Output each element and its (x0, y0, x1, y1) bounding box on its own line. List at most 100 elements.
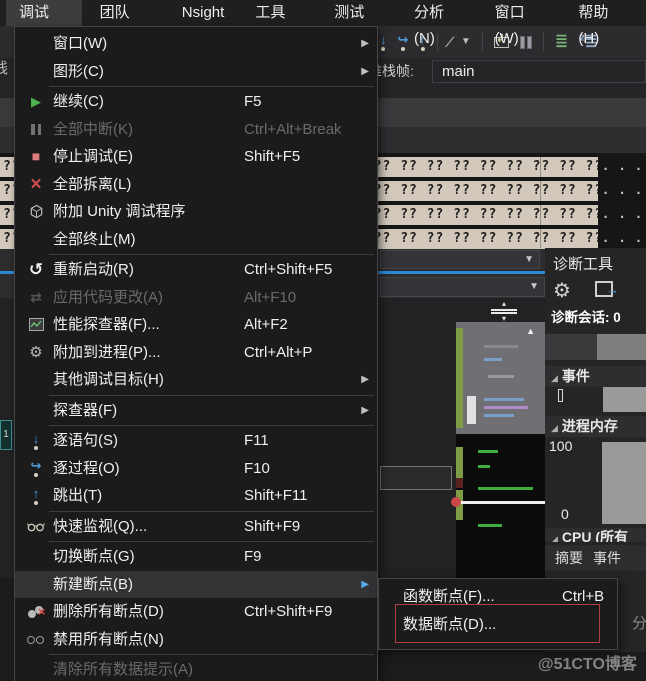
delete-breakpoints-icon: × (21, 598, 51, 626)
menu-item-clear-all-datatips[interactable]: 清除所有数据提示(A) (15, 656, 377, 681)
menu-item-break-all[interactable]: 全部中断(K) Ctrl+Alt+Break (15, 116, 377, 144)
restart-icon: ↺ (28, 260, 44, 279)
menu-item-quick-watch[interactable]: 快速监视(Q)... Shift+F9 (15, 513, 377, 541)
menu-item-label: 删除所有断点(D) (53, 603, 164, 620)
quick-watch-icon (21, 513, 51, 541)
apply-changes-icon: ⇄ (30, 288, 42, 305)
parallel-stacks-icon[interactable] (519, 35, 532, 49)
export-icon[interactable]: → (595, 281, 619, 297)
menu-item-shortcut: F5 (244, 93, 262, 110)
disable-breakpoints-icon (21, 626, 51, 654)
step-out-icon: ↑ (21, 482, 51, 510)
menu-item-label: 停止调试(E) (53, 148, 133, 165)
memory-ascii-dots: . . . . . (602, 183, 644, 197)
menu-item-continue[interactable]: ▶ 继续(C) F5 (15, 88, 377, 116)
menu-item-label: 切换断点(G) (53, 548, 135, 565)
step-into-icon[interactable]: ↓ (380, 33, 387, 51)
menu-item-shortcut: F10 (244, 459, 270, 477)
menu-item-stop-debugging[interactable]: ■ 停止调试(E) Shift+F5 (15, 143, 377, 171)
output-window-icon[interactable]: ≣ (555, 34, 568, 50)
step-over-icon: ↪ (21, 455, 51, 483)
menu-item-label: 其他调试目标(H) (53, 371, 164, 388)
memory-chart-max: 100 (549, 438, 573, 454)
submenu-arrow-icon: ▶ (361, 404, 369, 416)
secondary-combobox[interactable]: ▼ (380, 277, 545, 297)
menu-item-step-out[interactable]: ↑ 跳出(T) Shift+F11 (15, 482, 377, 510)
menu-item-label: 图形(C) (53, 62, 104, 80)
menu-item-label: 逐语句(S) (53, 432, 118, 449)
dropdown-caret-icon[interactable]: ▼ (461, 37, 471, 47)
menu-item-performance-profiler[interactable]: 性能探查器(F)... Alt+F2 (15, 311, 377, 339)
debug-menu: 窗口(W) ▶ 图形(C) ▶ ▶ 继续(C) F5 全部中断(K) Ctrl+Alt+Brea… (14, 26, 378, 681)
watermark: @51CTO博客 (538, 656, 637, 673)
events-section-header[interactable]: ◢ 事件 (545, 366, 646, 387)
menubar-item-test[interactable]: 测试(S) (321, 0, 396, 47)
menu-item-disable-all-breakpoints[interactable]: 禁用所有断点(N) (15, 626, 377, 654)
menu-item-shortcut: Alt+F2 (244, 316, 288, 333)
menu-item-label: 重新启动(R) (53, 261, 134, 278)
editor-frame-box (380, 466, 452, 490)
menu-item-delete-all-breakpoints[interactable]: × 删除所有断点(D) Ctrl+Shift+F9 (15, 598, 377, 626)
annotation-rectangle (395, 604, 600, 643)
memory-ascii-dots: . . . . . (602, 231, 644, 245)
menu-item-label: 探查器(F) (53, 401, 118, 419)
tab-summary[interactable]: 摘要 (555, 548, 583, 568)
breakpoint-dot[interactable] (451, 497, 461, 507)
events-marker-icon (558, 389, 563, 402)
cpu-section-header[interactable]: ◢ CPU (所有 (545, 528, 646, 542)
breakpoints-icon[interactable]: ∕∕ (449, 35, 452, 50)
memory-ascii-dots: . . . . . (602, 159, 644, 173)
step-into-icon: ↓ (21, 427, 51, 455)
memory-address-combobox[interactable]: ▼ (380, 250, 540, 269)
menu-item-label: 全部中断(K) (53, 120, 133, 138)
menu-item-attach-unity[interactable]: 附加 Unity 调试程序 (15, 198, 377, 226)
editor-gutter-fragment: 1 (0, 420, 12, 450)
menubar-item-help[interactable]: 帮助(H) (565, 0, 641, 47)
menu-item-apply-code-changes[interactable]: ⇄ 应用代码更改(A) Alt+F10 (15, 284, 377, 312)
menu-item-label: 跳出(T) (53, 487, 103, 504)
diagnostics-title: 诊断工具 (553, 256, 614, 273)
stack-frame-combobox[interactable]: main (432, 60, 646, 83)
collapse-arrow-icon[interactable]: ▲ (526, 326, 535, 336)
menu-item-shortcut: Shift+F11 (244, 487, 308, 504)
menubar-item-analyze[interactable]: 分析(N) (401, 0, 477, 47)
submenu-arrow-icon: ▶ (361, 578, 369, 590)
menu-item-terminate-all[interactable]: 全部终止(M) (15, 226, 377, 254)
menu-item-detach-all[interactable]: × 全部拆离(L) (15, 171, 377, 199)
menu-item-toggle-breakpoint[interactable]: 切换断点(G) F9 (15, 543, 377, 571)
menu-item-shortcut: F9 (244, 548, 262, 565)
scrollbar-thumb[interactable] (467, 396, 476, 424)
menu-item-label: 附加到进程(P)... (53, 343, 161, 361)
menu-item-restart[interactable]: ↺ 重新启动(R) Ctrl+Shift+F5 (15, 256, 377, 284)
menubar-item-tools[interactable]: 工具(T) (242, 0, 316, 47)
menubar-item-team[interactable]: 团队(M) (87, 0, 164, 47)
step-over-icon[interactable]: ↪ (398, 33, 408, 51)
tab-events[interactable]: 事件 (593, 548, 621, 568)
menu-item-window[interactable]: 窗口(W) ▶ (15, 30, 377, 58)
menu-item-step-over[interactable]: ↪ 逐过程(O) F10 (15, 455, 377, 483)
menubar-item-window[interactable]: 窗口(W) (482, 0, 561, 47)
menu-item-attach-to-process[interactable]: ⚙ 附加到进程(P)... Ctrl+Alt+P (15, 339, 377, 367)
menu-item-label: 性能探查器(F)... (53, 316, 160, 333)
menu-item-shortcut: Alt+F10 (244, 288, 297, 306)
menu-item-label: 清除所有数据提示(A) (53, 661, 193, 678)
break-all-icon (21, 116, 51, 144)
stack-frame-value: main (442, 63, 475, 80)
process-memory-section-header[interactable]: ◢ 进程内存 (545, 416, 646, 437)
background-text-fragment: 线 (0, 60, 9, 77)
menubar-item-nsight[interactable]: Nsight (169, 0, 238, 26)
menu-item-profiler[interactable]: 探查器(F) ▶ (15, 397, 377, 425)
menubar-item-debug[interactable]: 调试(D) (6, 0, 82, 47)
events-swimlane (603, 387, 646, 412)
menu-item-other-debug-targets[interactable]: 其他调试目标(H) ▶ (15, 366, 377, 394)
gear-icon[interactable]: ⚙ (553, 278, 571, 303)
menu-item-step-into[interactable]: ↓ 逐语句(S) F11 (15, 427, 377, 455)
splitter-handle-icon[interactable]: ▴▾ (489, 300, 519, 323)
menu-item-graphics[interactable]: 图形(C) ▶ (15, 58, 377, 86)
menu-item-new-breakpoint[interactable]: 新建断点(B) ▶ (15, 570, 377, 598)
detach-icon: × (30, 173, 42, 195)
menu-item-shortcut: Ctrl+Shift+F9 (244, 603, 333, 620)
submenu-arrow-icon: ▶ (361, 38, 369, 49)
change-bar-removed (456, 478, 463, 488)
diagnostic-session-label: 诊断会话: 0 (551, 310, 621, 325)
